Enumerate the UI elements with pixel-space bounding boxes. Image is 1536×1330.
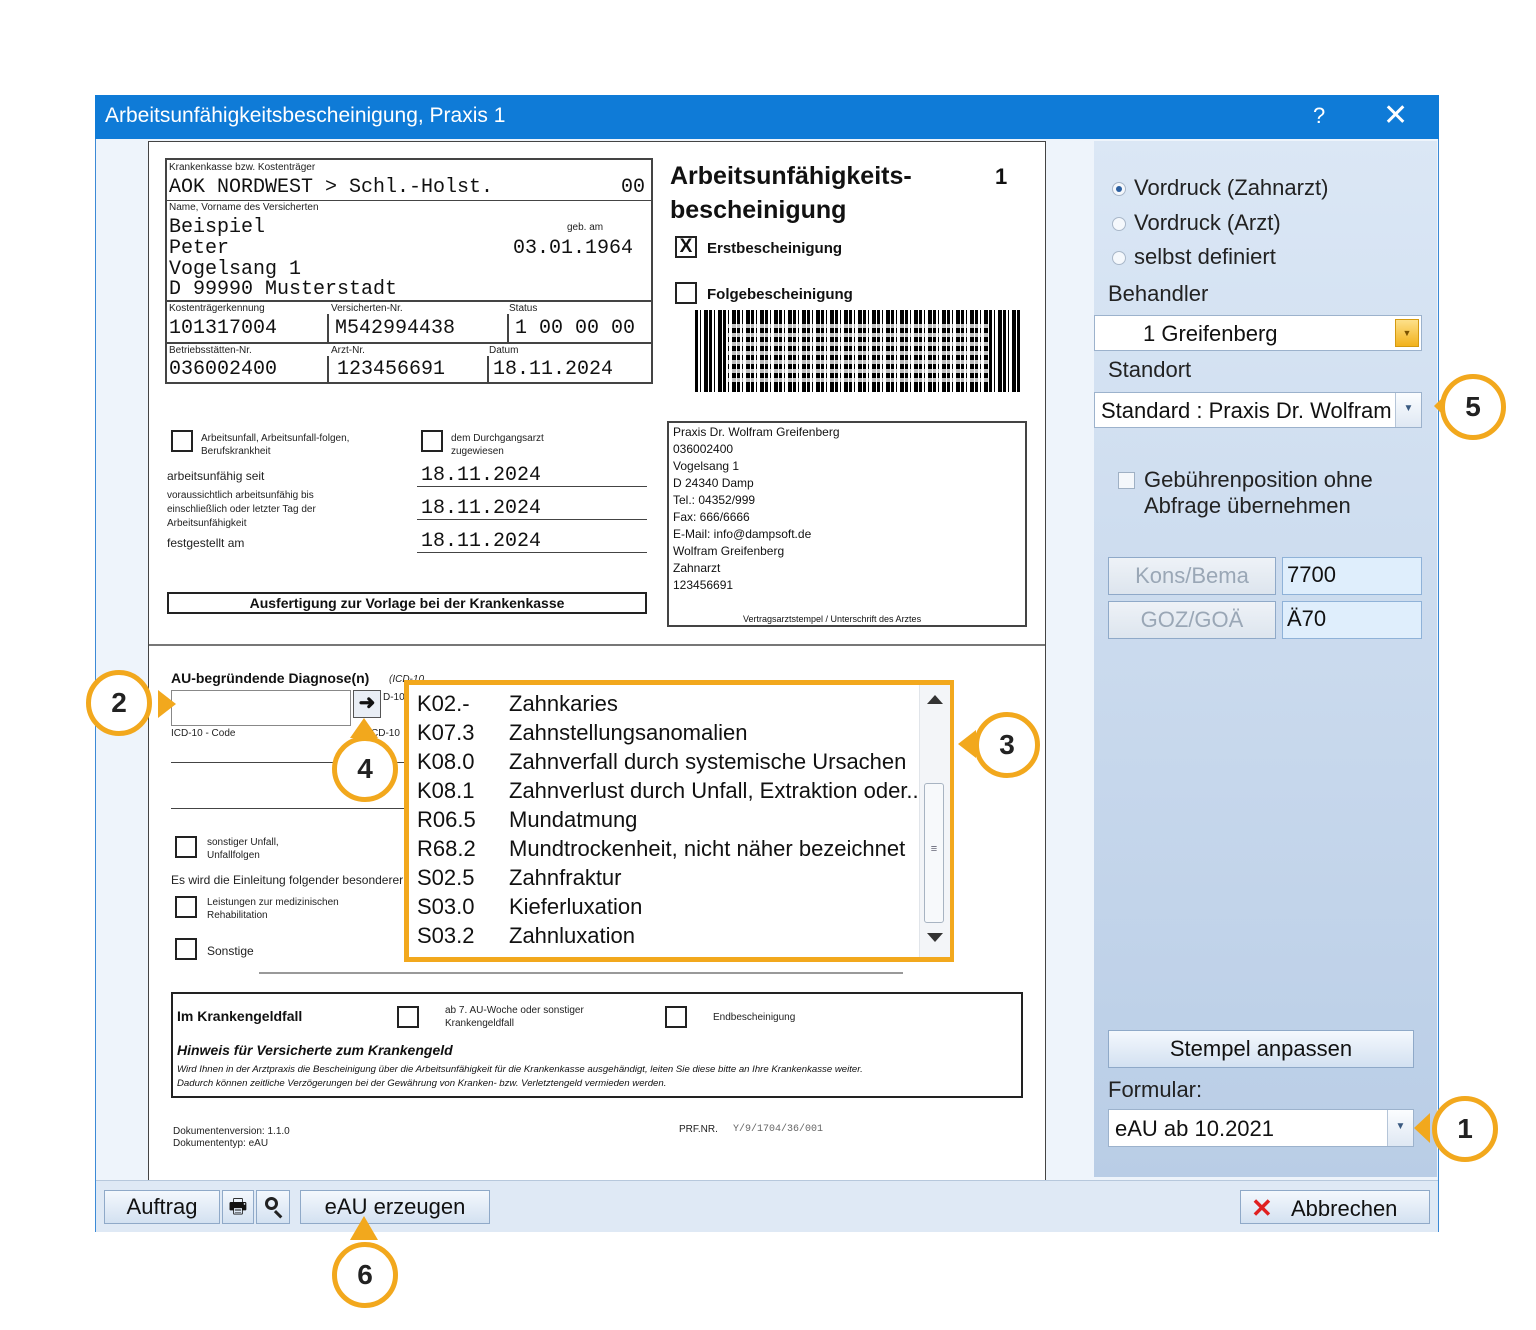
callout-6: 6 [332,1242,398,1308]
callout-pointers [158,392,1448,1240]
callout-3: 3 [974,712,1040,778]
callout-2: 2 [86,670,152,736]
callout-5: 5 [1440,374,1506,440]
callout-1: 1 [1432,1096,1498,1162]
callout-4: 4 [332,736,398,802]
